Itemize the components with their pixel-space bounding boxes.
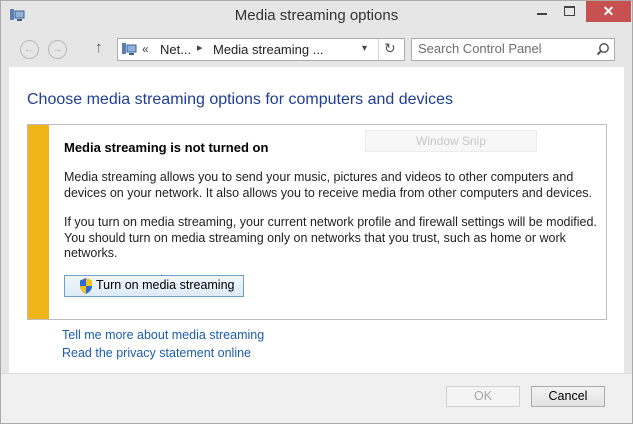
- main-content: Choose media streaming options for compu…: [9, 67, 624, 373]
- window-snip-overlay: Window Snip: [365, 130, 537, 152]
- navigation-bar: ← → ↑ « Net... ▸ Media streaming ... ▾ ↻: [1, 31, 632, 67]
- search-input[interactable]: [418, 41, 588, 56]
- breadcrumb-network[interactable]: Net...: [160, 42, 191, 57]
- notice-paragraph-1: Media streaming allows you to send your …: [64, 170, 593, 200]
- address-overflow-chevrons[interactable]: «: [142, 42, 149, 56]
- address-divider: [378, 39, 379, 60]
- close-icon: ✕: [602, 3, 615, 19]
- maximize-button[interactable]: [556, 1, 584, 22]
- tell-me-more-link[interactable]: Tell me more about media streaming: [62, 328, 264, 342]
- maximize-icon: [564, 6, 575, 16]
- up-arrow-icon: ↑: [95, 39, 103, 56]
- notice-accent-bar: [28, 125, 49, 319]
- ok-button[interactable]: OK: [446, 386, 520, 407]
- privacy-statement-link[interactable]: Read the privacy statement online: [62, 346, 251, 360]
- notice-title: Media streaming is not turned on: [64, 140, 269, 155]
- close-button[interactable]: ✕: [586, 1, 631, 22]
- page-heading: Choose media streaming options for compu…: [27, 91, 453, 108]
- streaming-notice-panel: Media streaming is not turned on Window …: [27, 124, 607, 320]
- network-media-icon: [122, 43, 137, 55]
- turn-on-button-label: Turn on media streaming: [96, 278, 235, 292]
- minimize-icon: [537, 13, 547, 15]
- search-box[interactable]: [411, 38, 615, 61]
- up-button[interactable]: ↑: [95, 39, 103, 56]
- back-button[interactable]: ←: [20, 40, 39, 59]
- back-arrow-icon: ←: [24, 43, 35, 55]
- notice-paragraph-2: If you turn on media streaming, your cur…: [64, 215, 597, 260]
- breadcrumb-media-streaming[interactable]: Media streaming ...: [213, 42, 324, 57]
- search-icon[interactable]: [596, 42, 610, 56]
- address-bar[interactable]: « Net... ▸ Media streaming ... ▾ ↻: [117, 38, 405, 61]
- media-streaming-options-window: Media streaming options ✕ ← → ↑ « Net...…: [0, 0, 633, 424]
- turn-on-media-streaming-button[interactable]: Turn on media streaming: [64, 275, 244, 297]
- title-bar[interactable]: Media streaming options ✕: [1, 1, 632, 31]
- cancel-button[interactable]: Cancel: [531, 386, 605, 407]
- uac-shield-icon: [80, 278, 92, 294]
- minimize-button[interactable]: [528, 1, 556, 22]
- forward-button[interactable]: →: [48, 40, 67, 59]
- forward-arrow-icon: →: [52, 43, 63, 55]
- dialog-footer: OK Cancel: [1, 373, 632, 423]
- breadcrumb-separator-icon[interactable]: ▸: [197, 41, 203, 54]
- address-dropdown-icon[interactable]: ▾: [362, 43, 367, 54]
- refresh-icon[interactable]: ↻: [384, 40, 396, 57]
